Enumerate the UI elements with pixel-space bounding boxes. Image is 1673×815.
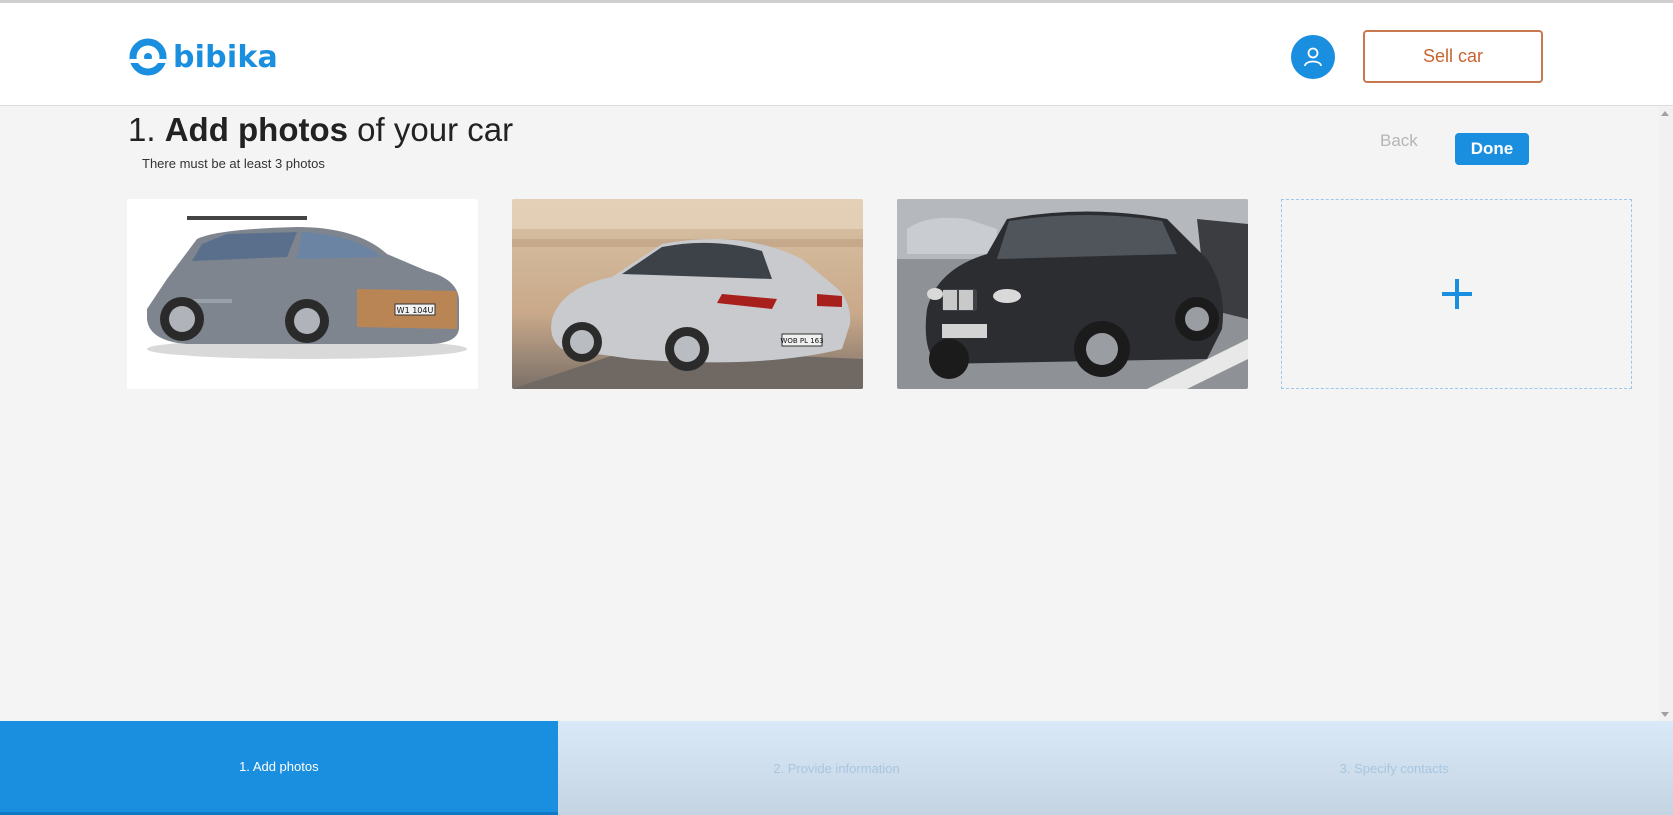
scroll-up-arrow-icon[interactable] bbox=[1661, 111, 1669, 116]
step-progress-bar: 1. Add photos 2. Provide information 3. … bbox=[0, 721, 1673, 815]
car-photo-1[interactable]: W1 104U bbox=[127, 199, 478, 389]
add-photo-tile[interactable] bbox=[1281, 199, 1632, 389]
step-specify-contacts[interactable]: 3. Specify contacts bbox=[1115, 721, 1673, 815]
page-title: 1. Add photos of your car bbox=[128, 111, 514, 148]
bibika-logo-icon bbox=[129, 38, 167, 76]
user-account-button[interactable] bbox=[1291, 35, 1335, 79]
car-photo-2-image: WOB PL 163 bbox=[512, 199, 863, 389]
plate-text-1: W1 104U bbox=[397, 306, 434, 315]
page-subtitle: There must be at least 3 photos bbox=[142, 156, 325, 171]
sell-car-button[interactable]: Sell car bbox=[1363, 30, 1543, 83]
done-button[interactable]: Done bbox=[1455, 133, 1529, 165]
logo[interactable]: bibika bbox=[128, 37, 278, 77]
car-photo-2[interactable]: WOB PL 163 bbox=[512, 199, 863, 389]
car-photo-3-image bbox=[897, 199, 1248, 389]
back-button[interactable]: Back bbox=[1380, 131, 1418, 151]
scroll-down-arrow-icon[interactable] bbox=[1661, 712, 1669, 717]
plate-text-2: WOB PL 163 bbox=[780, 337, 823, 345]
site-header: bibika Sell car bbox=[0, 3, 1673, 106]
step-add-photos[interactable]: 1. Add photos bbox=[0, 721, 558, 815]
logo-text: bibika bbox=[173, 39, 278, 75]
photo-upload-section: 1. Add photos of your car There must be … bbox=[0, 107, 1658, 721]
plus-icon bbox=[1441, 279, 1472, 309]
vertical-scrollbar[interactable] bbox=[1658, 107, 1673, 721]
car-photo-3[interactable] bbox=[897, 199, 1248, 389]
step-provide-information[interactable]: 2. Provide information bbox=[557, 721, 1116, 815]
user-icon bbox=[1304, 47, 1322, 67]
car-photo-1-image: W1 104U bbox=[127, 199, 478, 389]
